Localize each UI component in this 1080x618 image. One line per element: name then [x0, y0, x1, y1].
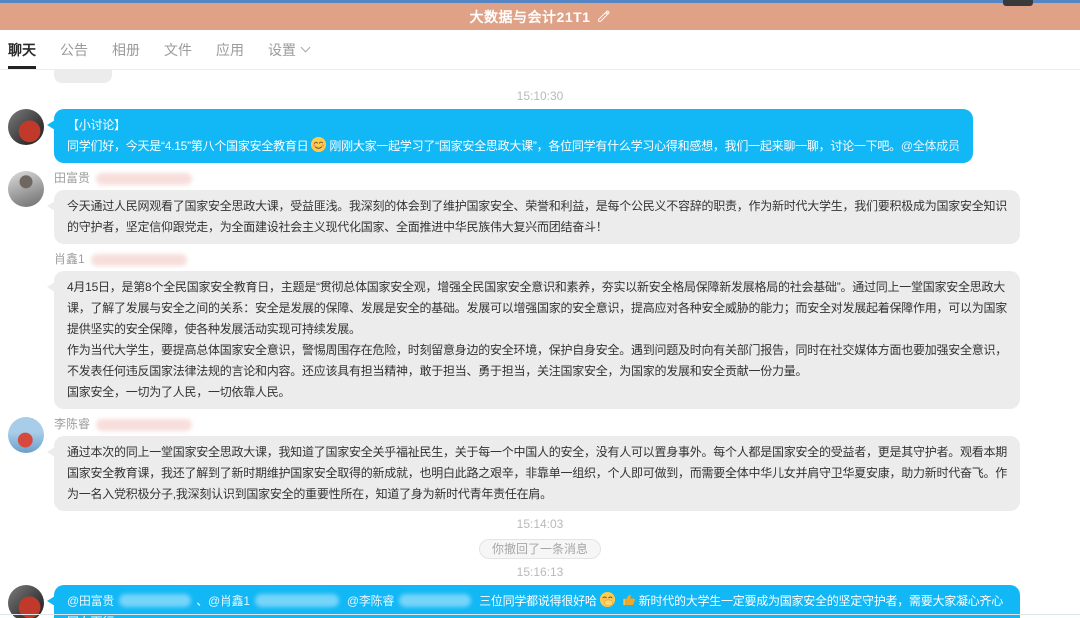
message-body: 【小讨论】同学们好，今天是“4.15”第八个国家安全教育日 刚刚大家一起学习了“国… [54, 109, 973, 163]
tab-apps[interactable]: 应用 [216, 30, 244, 69]
tab-announcement-label: 公告 [60, 40, 88, 60]
redacted-name [96, 419, 192, 431]
message-bubble: 今天通过人民网观看了国家安全思政大课，受益匪浅。我深刻的体会到了维护国家安全、荣… [54, 190, 1020, 244]
tab-chat-label: 聊天 [8, 40, 36, 60]
message-text: 、 [196, 594, 208, 608]
smile-emoji [310, 136, 327, 153]
message-text: 通过本次的同上一堂国家安全思政大课，我知道了国家安全关乎福祉民生，关于每一个中国… [67, 445, 1007, 501]
timestamp: 15:14:03 [8, 517, 1072, 531]
message-row: 【小讨论】同学们好，今天是“4.15”第八个国家安全教育日 刚刚大家一起学习了“国… [8, 109, 1072, 163]
window-notch [1003, 0, 1033, 6]
redacted-name [91, 254, 187, 266]
message-body: 田富贵今天通过人民网观看了国家安全思政大课，受益匪浅。我深刻的体会到了维护国家安… [54, 171, 1020, 244]
message-text: 4月15日，是第8个全民国家安全教育日，主题是“贯彻总体国家安全观，增强全民国家… [67, 280, 1007, 336]
avatar [8, 252, 44, 288]
window-bottom-divider [0, 614, 1080, 615]
redacted-name [96, 173, 192, 185]
message-body: 肖鑫1 4月15日，是第8个全民国家安全教育日，主题是“贯彻总体国家安全观，增强全… [54, 252, 1020, 409]
message-bubble: 4月15日，是第8个全民国家安全教育日，主题是“贯彻总体国家安全观，增强全民国家… [54, 271, 1020, 409]
mention[interactable]: @李陈睿 [347, 594, 394, 608]
sender-name-row: 肖鑫1 [54, 253, 1020, 266]
avatar[interactable] [8, 171, 44, 207]
sender-name-row: 田富贵 [54, 172, 1020, 185]
avatar[interactable] [8, 109, 44, 145]
chat-message-list[interactable]: 15:10:30 【小讨论】同学们好，今天是“4.15”第八个国家安全教育日 刚刚大… [0, 70, 1080, 618]
message-text: 同学们好，今天是“4.15”第八个国家安全教育日 [67, 139, 308, 153]
message-bubble: 通过本次的同上一堂国家安全思政大课，我知道了国家安全关乎福祉民生，关于每一个中国… [54, 436, 1020, 511]
message-bubble: 【小讨论】同学们好，今天是“4.15”第八个国家安全教育日 刚刚大家一起学习了“国… [54, 109, 973, 163]
tab-settings[interactable]: 设置 [268, 30, 309, 69]
sender-name-row: 李陈睿 [54, 418, 1020, 431]
chevron-down-icon [301, 43, 311, 53]
mention[interactable]: @田富贵 [67, 594, 114, 608]
redacted-text [119, 594, 191, 607]
message-text: 三位同学都说得很好哈 [476, 594, 597, 608]
clipped-bubble-remnant [54, 70, 112, 83]
mention[interactable]: @全体成员 [901, 139, 960, 153]
message-text: 【小讨论】 [67, 118, 126, 132]
sender-name: 肖鑫1 [54, 253, 85, 266]
recall-notice-row: 你撤回了一条消息 [8, 539, 1072, 559]
sender-name: 田富贵 [54, 172, 90, 185]
message-text: 作为当代大学生，要提高总体国家安全意识，警惕周围存在危险，时刻留意身边的安全环境… [67, 343, 1007, 378]
redacted-text [255, 594, 339, 607]
message-text: 国家安全，一切为了人民，一切依靠人民。 [67, 385, 290, 399]
thumbsup-emoji [620, 591, 637, 608]
sender-name: 李陈睿 [54, 418, 90, 431]
tab-chat[interactable]: 聊天 [8, 30, 36, 69]
message-text: 刚刚大家一起学习了“国家安全思政大课”，各位同学有什么学习心得和感想，我们一起来… [329, 139, 901, 153]
tab-settings-label: 设置 [268, 40, 296, 60]
timestamp: 15:16:13 [8, 565, 1072, 579]
tab-announcement[interactable]: 公告 [60, 30, 88, 69]
tab-files[interactable]: 文件 [164, 30, 192, 69]
message-text: 今天通过人民网观看了国家安全思政大课，受益匪浅。我深刻的体会到了维护国家安全、荣… [67, 199, 1007, 234]
tab-album-label: 相册 [112, 40, 140, 60]
group-title-bar: 大数据与会计21T1 [0, 3, 1080, 30]
titter-emoji [599, 591, 616, 608]
message-row: 田富贵今天通过人民网观看了国家安全思政大课，受益匪浅。我深刻的体会到了维护国家安… [8, 171, 1072, 244]
timestamp: 15:10:30 [8, 89, 1072, 103]
tab-apps-label: 应用 [216, 40, 244, 60]
message-body: 李陈睿通过本次的同上一堂国家安全思政大课，我知道了国家安全关乎福祉民生，关于每一… [54, 417, 1020, 511]
tab-bar: 聊天 公告 相册 文件 应用 设置 [0, 30, 1080, 70]
message-row: 肖鑫1 4月15日，是第8个全民国家安全教育日，主题是“贯彻总体国家安全观，增强全… [8, 252, 1072, 409]
tab-files-label: 文件 [164, 40, 192, 60]
mention[interactable]: @肖鑫1 [208, 594, 250, 608]
avatar[interactable] [8, 417, 44, 453]
group-chat-window: 大数据与会计21T1 聊天 公告 相册 文件 应用 设置 15:10:30 【小讨… [0, 0, 1080, 618]
message-row: 李陈睿通过本次的同上一堂国家安全思政大课，我知道了国家安全关乎福祉民生，关于每一… [8, 417, 1072, 511]
group-title: 大数据与会计21T1 [470, 7, 591, 27]
redacted-text [399, 594, 471, 607]
edit-title-icon[interactable] [597, 10, 610, 23]
tab-album[interactable]: 相册 [112, 30, 140, 69]
recall-notice: 你撤回了一条消息 [479, 539, 601, 559]
